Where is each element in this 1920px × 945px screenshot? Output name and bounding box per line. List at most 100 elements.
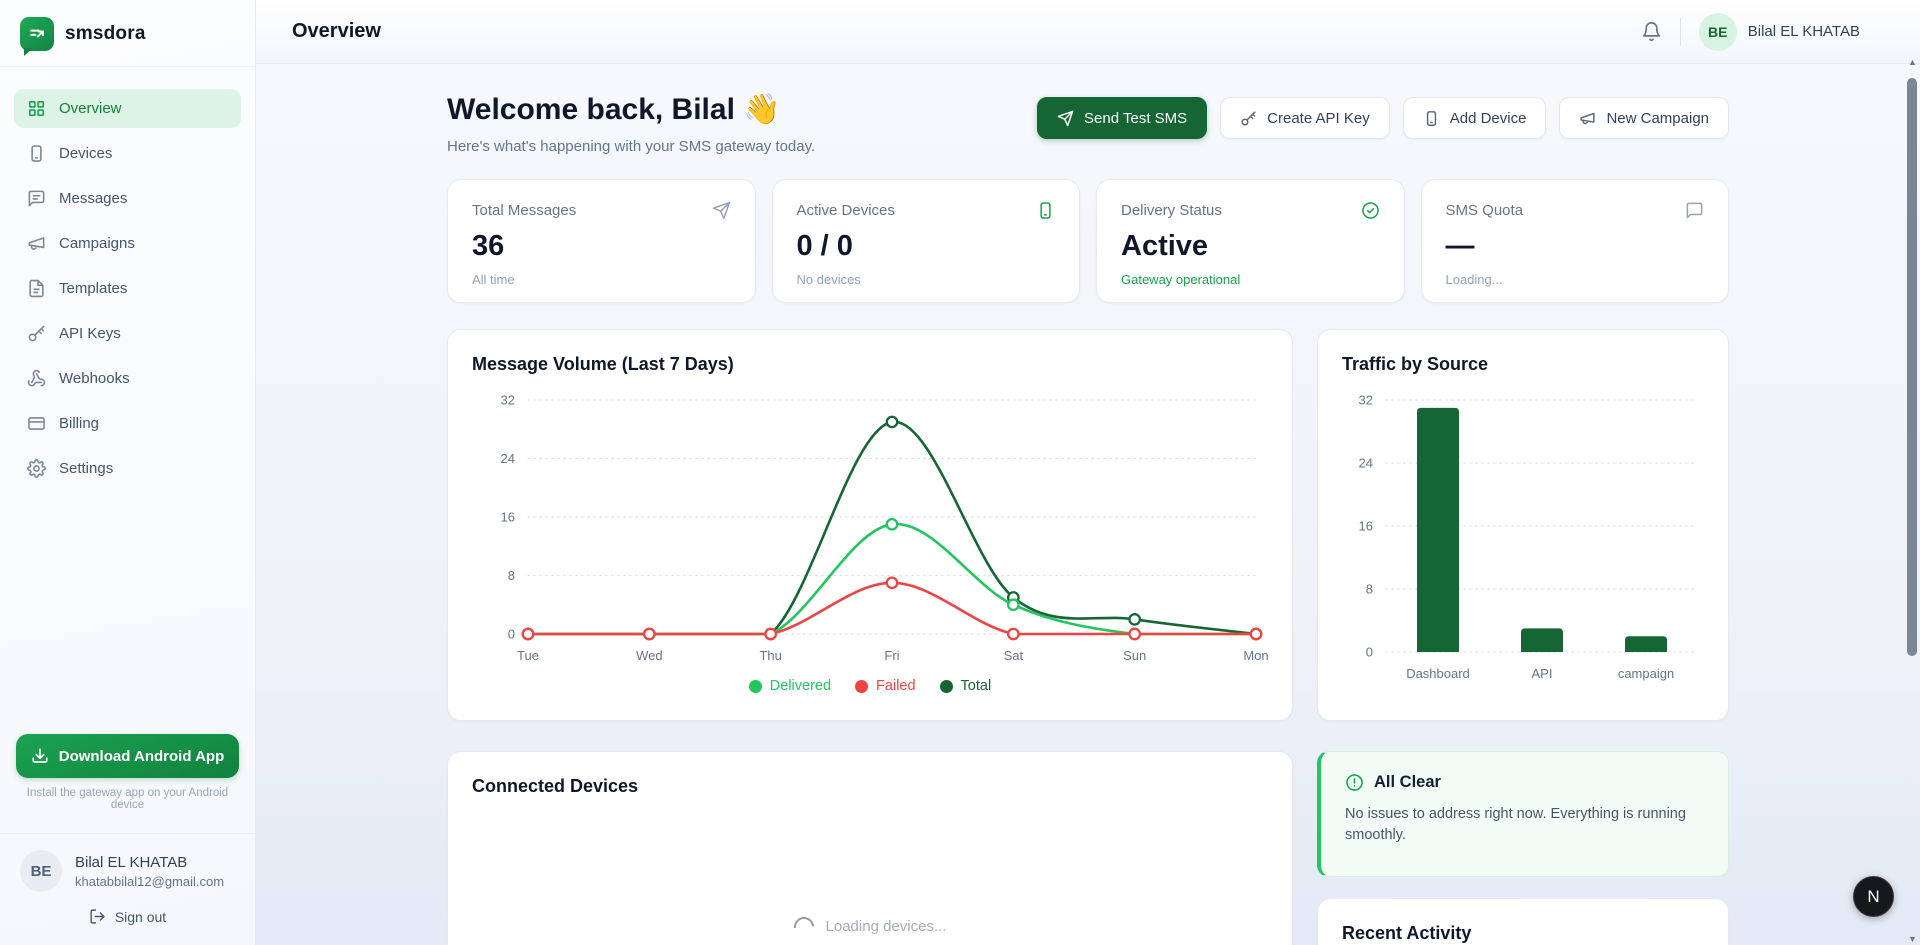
sidebar-item-label: API Keys [59, 325, 121, 342]
log-out-icon [89, 908, 106, 925]
avatar: BE [1699, 13, 1737, 51]
sidebar-item-settings[interactable]: Settings [14, 449, 241, 488]
legend-dot-icon [940, 680, 953, 693]
webhook-icon [27, 369, 46, 388]
chart-title: Traffic by Source [1342, 354, 1704, 375]
svg-text:campaign: campaign [1618, 666, 1674, 681]
sidebar-item-label: Devices [59, 145, 112, 162]
brand-logo-icon [20, 17, 54, 51]
svg-text:Tue: Tue [517, 648, 539, 663]
legend-label: Total [961, 678, 992, 694]
alert-title: All Clear [1374, 773, 1441, 792]
quick-actions: Send Test SMS Create API Key Add Device … [1037, 92, 1729, 139]
sidebar-item-billing[interactable]: Billing [14, 404, 241, 443]
nextjs-dev-badge[interactable]: N [1853, 876, 1894, 917]
all-clear-alert: All Clear No issues to address right now… [1317, 751, 1729, 877]
create-api-key-button[interactable]: Create API Key [1220, 97, 1390, 139]
legend-label: Failed [876, 678, 916, 694]
user-name: Bilal EL KHATAB [1748, 23, 1860, 40]
sidebar-item-webhooks[interactable]: Webhooks [14, 359, 241, 398]
stat-label: Active Devices [797, 202, 895, 219]
stat-label: Delivery Status [1121, 202, 1222, 219]
notifications-button[interactable] [1641, 21, 1662, 42]
scrollbar-down-arrow[interactable]: ▼ [1906, 933, 1919, 945]
divider [1680, 18, 1681, 46]
connected-devices-card: Connected Devices Loading devices... [447, 751, 1293, 945]
legend-item: Failed [855, 678, 916, 694]
bell-icon [1641, 21, 1662, 42]
svg-text:16: 16 [1359, 518, 1373, 533]
sidebar-nav: Overview Devices Messages Campaigns Temp… [0, 73, 255, 504]
welcome-block: Welcome back, Bilal 👋 Here's what's happ… [447, 92, 815, 155]
sidebar: smsdora Overview Devices Messages Campai… [0, 0, 256, 945]
sidebar-item-messages[interactable]: Messages [14, 179, 241, 218]
stat-sub: All time [472, 272, 731, 287]
sidebar-item-campaigns[interactable]: Campaigns [14, 224, 241, 263]
svg-text:Dashboard: Dashboard [1406, 666, 1470, 681]
welcome-subtitle: Here's what's happening with your SMS ga… [447, 138, 815, 155]
svg-text:API: API [1532, 666, 1553, 681]
button-label: Add Device [1450, 110, 1527, 127]
svg-text:16: 16 [501, 509, 515, 524]
wave-emoji: 👋 [743, 93, 780, 126]
megaphone-icon [1579, 110, 1596, 127]
sidebar-item-overview[interactable]: Overview [14, 89, 241, 128]
message-square-icon [27, 189, 46, 208]
legend-dot-icon [749, 680, 762, 693]
avatar: BE [20, 850, 62, 892]
gear-icon [27, 459, 46, 478]
download-button-label: Download Android App [59, 748, 225, 765]
megaphone-icon [27, 234, 46, 253]
alert-message: No issues to address right now. Everythi… [1345, 804, 1690, 846]
panel-title: Recent Activity [1342, 923, 1704, 944]
stat-value: — [1446, 230, 1705, 263]
button-label: Create API Key [1267, 110, 1370, 127]
add-device-button[interactable]: Add Device [1403, 97, 1547, 139]
stat-value: Active [1121, 230, 1380, 263]
legend-label: Delivered [770, 678, 831, 694]
send-icon [712, 201, 731, 220]
button-label: New Campaign [1606, 110, 1709, 127]
send-icon [1057, 110, 1074, 127]
sidebar-item-label: Messages [59, 190, 127, 207]
user-menu[interactable]: BE Bilal EL KHATAB [1699, 13, 1860, 51]
user-name: Bilal EL KHATAB [75, 854, 224, 871]
alert-circle-icon [1345, 773, 1364, 792]
sidebar-item-label: Webhooks [59, 370, 130, 387]
svg-text:8: 8 [1366, 581, 1373, 596]
stats-row: Total Messages 36 All time Active Device… [447, 179, 1729, 303]
sign-out-button[interactable]: Sign out [20, 908, 235, 925]
stat-label: SMS Quota [1446, 202, 1524, 219]
main-area: Overview BE Bilal EL KHATAB Welcome back… [256, 0, 1920, 945]
send-test-sms-button[interactable]: Send Test SMS [1037, 97, 1207, 139]
stat-sub: Loading... [1446, 272, 1705, 287]
svg-text:Sun: Sun [1123, 648, 1146, 663]
traffic-by-source-card: Traffic by Source 08162432DashboardAPIca… [1317, 329, 1729, 721]
smartphone-icon [1036, 201, 1055, 220]
welcome-title: Welcome back, Bilal [447, 93, 735, 126]
svg-text:Thu: Thu [759, 648, 781, 663]
key-icon [1240, 110, 1257, 127]
sidebar-item-devices[interactable]: Devices [14, 134, 241, 173]
user-email: khatabbilal12@gmail.com [75, 874, 224, 889]
sign-out-label: Sign out [115, 909, 166, 925]
scrollbar-up-arrow[interactable]: ▲ [1906, 56, 1919, 68]
stat-value: 0 / 0 [797, 230, 1056, 263]
scrollbar-thumb[interactable] [1907, 78, 1917, 656]
credit-card-icon [27, 414, 46, 433]
sidebar-footer: Download Android App Install the gateway… [0, 720, 255, 945]
stat-card-total-messages: Total Messages 36 All time [447, 179, 756, 303]
file-text-icon [27, 279, 46, 298]
download-android-app-button[interactable]: Download Android App [16, 734, 239, 778]
chart-legend: Delivered Failed Total [472, 678, 1268, 696]
svg-text:24: 24 [501, 451, 515, 466]
sidebar-item-api-keys[interactable]: API Keys [14, 314, 241, 353]
legend-item: Total [940, 678, 992, 694]
svg-text:0: 0 [508, 626, 515, 641]
sidebar-item-label: Campaigns [59, 235, 135, 252]
chat-bubble-icon [1685, 201, 1704, 220]
svg-text:24: 24 [1359, 455, 1373, 470]
sidebar-item-templates[interactable]: Templates [14, 269, 241, 308]
recent-activity-card: Recent Activity [1317, 898, 1729, 945]
new-campaign-button[interactable]: New Campaign [1559, 97, 1729, 139]
